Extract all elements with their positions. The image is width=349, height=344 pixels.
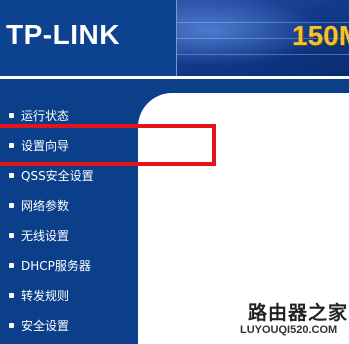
bullet-icon: [9, 203, 14, 208]
bullet-icon: [9, 323, 14, 328]
sidebar-item-label: 转发规则: [21, 289, 70, 303]
banner-model-text: 150M: [292, 20, 349, 51]
watermark: 路由器之家 LUYOUQI520.COM: [238, 296, 349, 344]
sidebar-item-wireless[interactable]: 无线设置: [0, 228, 136, 248]
brand-logo-area: TP-LINK: [0, 0, 175, 76]
header-banner: 150M: [176, 0, 349, 76]
sidebar-item-label: 无线设置: [21, 229, 70, 243]
bullet-icon: [9, 293, 14, 298]
bullet-icon: [9, 173, 14, 178]
sidebar-item-network[interactable]: 网络参数: [0, 198, 136, 218]
sidebar-item-label: 运行状态: [21, 109, 70, 123]
header: TP-LINK 150M: [0, 0, 349, 76]
sidebar-item-forwarding[interactable]: 转发规则: [0, 288, 136, 308]
sidebar-item-label: QSS安全设置: [21, 169, 94, 183]
bullet-icon: [9, 233, 14, 238]
sidebar-item-label: DHCP服务器: [21, 259, 91, 273]
bullet-icon: [9, 113, 14, 118]
sidebar-item-security[interactable]: 安全设置: [0, 318, 136, 338]
sidebar-item-dhcp[interactable]: DHCP服务器: [0, 258, 136, 278]
banner-stripe: [177, 54, 349, 55]
tp-link-logo: TP-LINK: [6, 19, 120, 50]
sidebar-item-label: 网络参数: [21, 199, 70, 213]
watermark-url: LUYOUQI520.COM: [240, 324, 338, 336]
sidebar-item-qss[interactable]: QSS安全设置: [0, 168, 136, 188]
watermark-title: 路由器之家: [248, 302, 349, 324]
bullet-icon: [9, 263, 14, 268]
sidebar-item-label: 安全设置: [21, 319, 70, 333]
highlight-box: [0, 124, 216, 166]
